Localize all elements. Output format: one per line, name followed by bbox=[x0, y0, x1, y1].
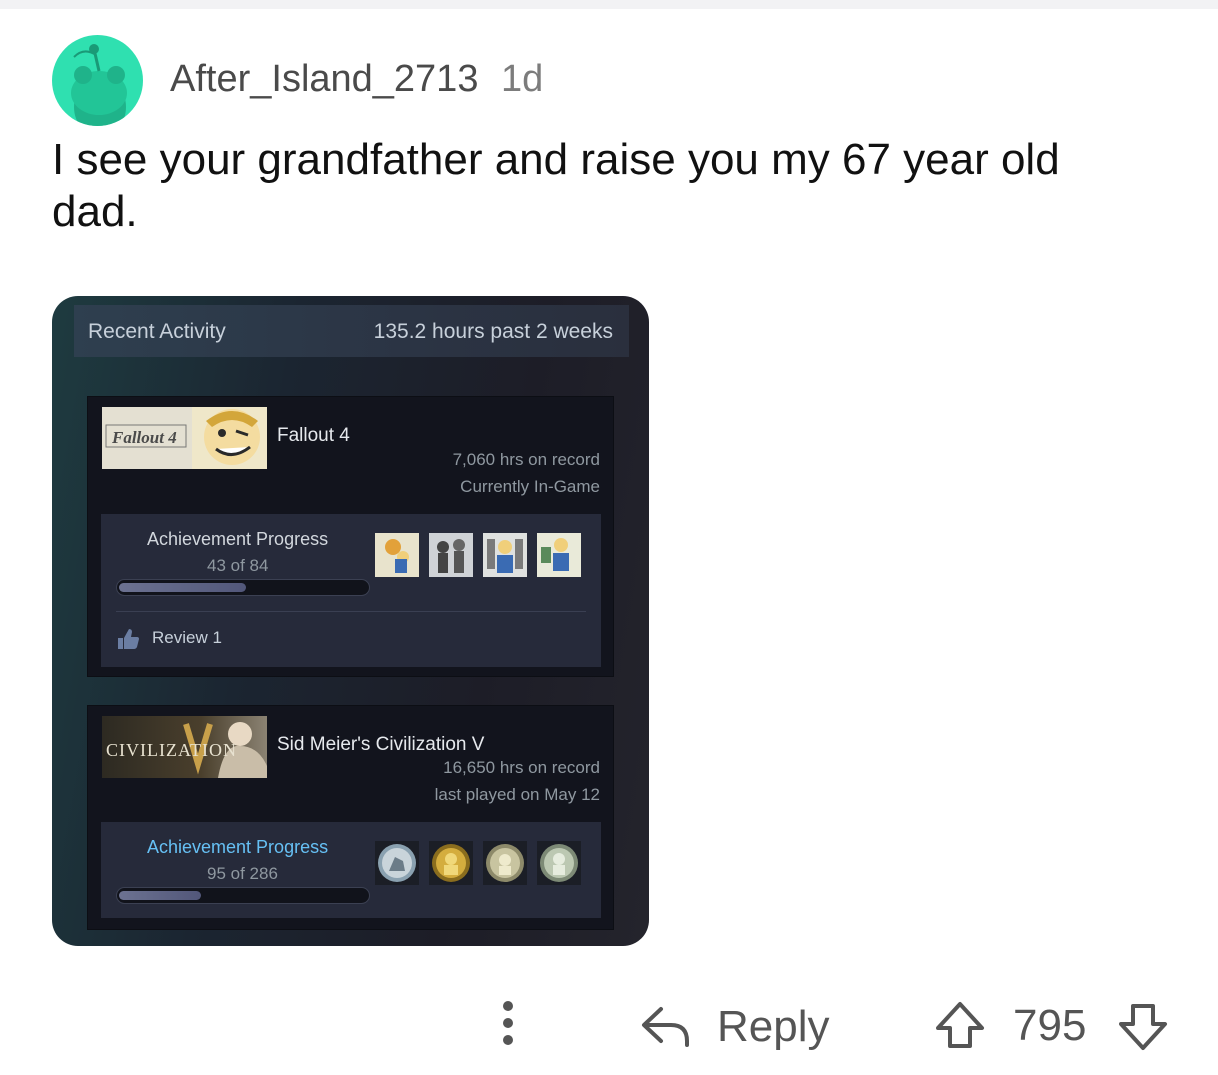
upvote-button[interactable] bbox=[932, 1000, 988, 1052]
achievement-icon[interactable] bbox=[429, 841, 473, 885]
recent-activity-hours: 135.2 hours past 2 weeks bbox=[373, 320, 613, 343]
civ5-achievement-label[interactable]: Achievement Progress bbox=[147, 837, 328, 858]
civ5-achievement-count: 95 of 286 bbox=[207, 864, 278, 883]
comment-age: 1d bbox=[501, 58, 544, 100]
top-separator bbox=[0, 0, 1218, 9]
vote-score: 795 bbox=[1013, 1001, 1087, 1050]
achievement-icon[interactable] bbox=[537, 533, 581, 577]
civ5-hours: 16,650 hrs on record bbox=[443, 758, 600, 777]
achievement-icon[interactable] bbox=[483, 841, 527, 885]
fallout4-achievement-panel: Achievement Progress 43 of 84 Review 1 bbox=[101, 514, 601, 667]
civ5-capsule-image: CIVILIZATION bbox=[102, 716, 267, 778]
civ5-progress-bar bbox=[116, 887, 370, 904]
reply-button[interactable]: Reply bbox=[635, 995, 840, 1057]
upvote-arrow-icon bbox=[936, 1002, 984, 1048]
fallout4-review-text: Review 1 bbox=[152, 628, 222, 647]
reply-arrow-icon bbox=[642, 1007, 689, 1047]
fallout4-achievement-count: 43 of 84 bbox=[207, 556, 269, 575]
user-avatar[interactable] bbox=[52, 35, 143, 126]
achievement-divider bbox=[116, 611, 586, 612]
thumbs-up-icon bbox=[118, 629, 139, 649]
snoo-avatar-icon bbox=[71, 44, 127, 126]
fallout4-status: Currently In-Game bbox=[460, 477, 600, 496]
steam-screenshot[interactable]: Recent Activity 135.2 hours past 2 weeks… bbox=[52, 296, 649, 946]
game-entry-fallout4: Fallout 4 Fallout 4 7,060 hrs on record … bbox=[87, 396, 614, 677]
comment-username[interactable]: After_Island_2713 bbox=[170, 58, 478, 101]
recent-activity-title: Recent Activity bbox=[88, 320, 226, 343]
achievement-icon[interactable] bbox=[375, 841, 419, 885]
game-entry-civilization5: CIVILIZATION Sid Meier's Civilization V … bbox=[87, 705, 614, 930]
downvote-arrow-icon bbox=[1119, 1004, 1167, 1050]
fallout4-progress-bar bbox=[116, 579, 370, 596]
achievement-icon[interactable] bbox=[483, 533, 527, 577]
game-title-fallout4[interactable]: Fallout 4 bbox=[277, 425, 350, 447]
achievement-icon[interactable] bbox=[537, 841, 581, 885]
reply-label: Reply bbox=[717, 1002, 830, 1051]
fallout4-capsule-image: Fallout 4 bbox=[102, 407, 267, 469]
game-title-civilization5[interactable]: Sid Meier's Civilization V bbox=[277, 734, 484, 756]
civ5-achievement-panel: Achievement Progress 95 of 286 bbox=[101, 822, 601, 918]
civ5-progress-fill bbox=[119, 891, 201, 900]
achievement-icon[interactable] bbox=[375, 533, 419, 577]
achievement-icon[interactable] bbox=[429, 533, 473, 577]
fallout4-capsule-logo: Fallout 4 bbox=[112, 428, 177, 447]
more-options-button[interactable] bbox=[490, 998, 526, 1050]
fallout4-achievement-label[interactable]: Achievement Progress bbox=[147, 529, 328, 550]
fallout4-progress-fill bbox=[119, 583, 247, 592]
downvote-button[interactable] bbox=[1115, 1000, 1171, 1052]
more-vertical-icon bbox=[503, 1001, 513, 1045]
recent-activity-header: Recent Activity 135.2 hours past 2 weeks bbox=[74, 305, 629, 357]
comment-body: I see your grandfather and raise you my … bbox=[52, 135, 1060, 236]
fallout4-hours: 7,060 hrs on record bbox=[452, 450, 600, 469]
civ5-last-played: last played on May 12 bbox=[434, 785, 600, 804]
civ5-capsule-logo: CIVILIZATION bbox=[106, 740, 237, 760]
